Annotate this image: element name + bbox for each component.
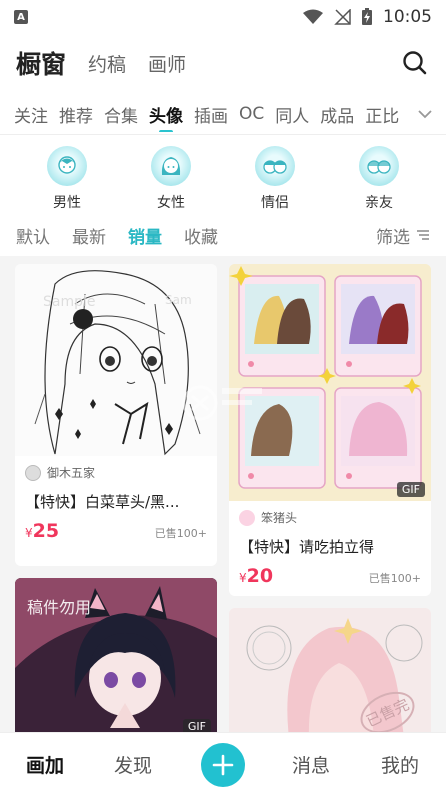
search-button[interactable] [400, 48, 430, 78]
more-categories-button[interactable] [402, 96, 446, 132]
category-oc[interactable]: OC [239, 104, 264, 124]
artwork-image: 稿件勿用 GIF [15, 578, 217, 732]
signal-icon [334, 9, 351, 25]
app-notification-icon: A [14, 10, 28, 24]
subcategory-label: 亲友 [365, 195, 393, 211]
gif-badge: GIF [182, 719, 211, 732]
status-bar: A 10:05 [0, 0, 446, 34]
category-fanart[interactable]: 同人 [275, 102, 309, 127]
category-illustration[interactable]: 插画 [194, 102, 228, 127]
nav-profile[interactable]: 我的 [381, 751, 419, 778]
watermark-text: 稿件勿用 [27, 598, 92, 617]
artwork-author[interactable]: 御木五家 [15, 456, 217, 481]
nav-label: 发现 [114, 755, 153, 777]
category-recommend[interactable]: 推荐 [59, 102, 93, 127]
category-avatar[interactable]: 头像 [149, 102, 183, 132]
sold-count: 已售100+ [154, 527, 207, 540]
couple-avatar-icon [255, 146, 295, 186]
nav-messages[interactable]: 消息 [292, 751, 330, 778]
artwork-feed: Sample Sam 御木五家 【特快】白菜草头/黑... ¥ 25 已售100… [0, 256, 446, 732]
subcategory-row: 男性 女性 情侣 亲友 [0, 146, 446, 214]
price-currency: ¥ [25, 526, 33, 540]
price-currency: ¥ [239, 571, 247, 585]
sort-favorites[interactable]: 收藏 [184, 223, 218, 248]
subcategory-female[interactable]: 女性 [139, 146, 203, 212]
tab-commission[interactable]: 约稿 [88, 50, 126, 77]
subcategory-couple[interactable]: 情侣 [243, 146, 307, 212]
status-icons: 10:05 [303, 7, 432, 27]
divider [0, 134, 446, 135]
subcategory-label: 男性 [53, 195, 81, 211]
author-avatar [239, 509, 255, 526]
filter-button[interactable]: 筛选 [376, 223, 430, 248]
category-collection[interactable]: 合集 [104, 102, 138, 127]
friends-avatar-icon [359, 146, 399, 186]
price-value: 20 [246, 565, 274, 587]
chevron-down-icon [418, 110, 432, 119]
subcategory-friends[interactable]: 亲友 [347, 146, 411, 212]
sort-default[interactable]: 默认 [16, 223, 50, 248]
male-avatar-icon [47, 146, 87, 186]
search-icon [403, 51, 427, 75]
artwork-card[interactable]: GIF 笨猪头 【特快】请吃拍立得 ¥ 20 已售100+ [229, 264, 431, 596]
nav-discover[interactable]: 发现 [114, 751, 152, 778]
svg-text:Sam: Sam [165, 293, 192, 307]
artwork-title: 【特快】请吃拍立得 [239, 538, 375, 556]
nav-label: 我的 [381, 755, 420, 777]
tab-showcase[interactable]: 橱窗 [16, 45, 66, 81]
tab-artists[interactable]: 画师 [148, 50, 186, 77]
bottom-navigation: 画加 发现 消息 我的 [0, 732, 446, 794]
artwork-card[interactable]: 已售完 [229, 608, 431, 732]
category-follow[interactable]: 关注 [14, 102, 48, 127]
top-header: 橱窗 约稿 画师 [0, 40, 446, 86]
wifi-icon [303, 9, 323, 24]
gif-badge: GIF [396, 482, 425, 497]
artwork-image: 已售完 [229, 608, 431, 732]
author-name: 笨猪头 [261, 511, 298, 525]
category-proportion[interactable]: 正比 [365, 102, 399, 127]
site-watermark [182, 385, 262, 421]
category-finished[interactable]: 成品 [320, 102, 354, 127]
create-button[interactable] [201, 743, 245, 787]
filter-icon [417, 230, 429, 240]
price-row: ¥ 25 已售100+ [15, 512, 217, 552]
plus-icon [212, 754, 234, 776]
author-name: 御木五家 [47, 466, 96, 480]
sort-row: 默认 最新 销量 收藏 筛选 [0, 220, 446, 250]
nav-label: 画加 [26, 755, 65, 777]
price-value: 25 [32, 520, 60, 542]
sold-count: 已售100+ [368, 572, 421, 585]
subcategory-male[interactable]: 男性 [35, 146, 99, 212]
clock: 10:05 [383, 7, 432, 27]
artwork-card[interactable]: 稿件勿用 GIF [15, 578, 217, 732]
sort-newest[interactable]: 最新 [72, 223, 106, 248]
battery-icon [362, 8, 372, 25]
subcategory-label: 女性 [157, 195, 185, 211]
nav-label: 消息 [292, 755, 331, 777]
nav-home[interactable]: 画加 [26, 745, 68, 778]
subcategory-label: 情侣 [261, 195, 289, 211]
female-avatar-icon [151, 146, 191, 186]
price-row: ¥ 20 已售100+ [229, 557, 431, 596]
sort-sales[interactable]: 销量 [128, 223, 162, 248]
filter-label: 筛选 [376, 227, 410, 248]
artwork-author[interactable]: 笨猪头 [229, 501, 431, 526]
artwork-title: 【特快】白菜草头/黑... [25, 493, 180, 511]
category-tabs: 关注 推荐 合集 头像 插画 OC 同人 成品 正比 [0, 96, 446, 132]
author-avatar [25, 464, 41, 481]
svg-text:Sample: Sample [43, 294, 96, 310]
